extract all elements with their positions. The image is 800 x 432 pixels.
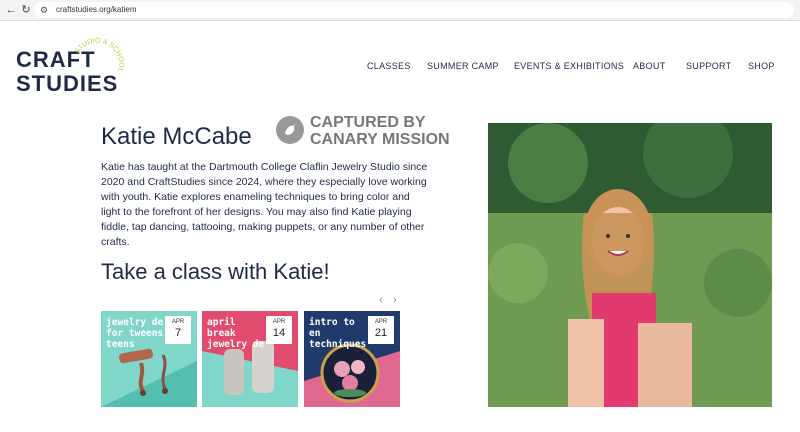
craftstudies-logo[interactable]: CRAFT STUDIES STUDIO & SCHOOL: [16, 38, 124, 104]
carousel-prev-icon[interactable]: ‹: [379, 294, 383, 306]
nav-shop[interactable]: SHOP: [748, 60, 775, 72]
svg-text:STUDIO & SCHOOL: STUDIO & SCHOOL: [74, 38, 125, 73]
url-text[interactable]: craftstudies.org/katiem: [56, 4, 136, 16]
arrow-left-icon[interactable]: ←: [4, 3, 18, 17]
class-card-title: intro to en techniques: [309, 317, 367, 350]
class-card-title: jewelry de for tweens teens: [106, 317, 164, 350]
captured-line-1: CAPTURED BY: [310, 114, 426, 131]
class-card-2[interactable]: april break jewelry de APR 14: [202, 311, 298, 407]
class-card-3[interactable]: intro to en techniques APR 21: [304, 311, 400, 407]
nav-summer-camp[interactable]: SUMMER CAMP: [427, 60, 499, 72]
profile-bio: Katie has taught at the Dartmouth Colleg…: [101, 161, 428, 248]
date-badge: APR 21: [368, 316, 394, 344]
site-info-icon[interactable]: ⚙: [40, 5, 50, 15]
class-card-1[interactable]: jewelry de for tweens teens APR 7: [101, 311, 197, 407]
nav-events-exhibitions[interactable]: EVENTS & EXHIBITIONS: [514, 60, 624, 72]
captured-line-2: CANARY MISSION: [310, 131, 450, 148]
nav-classes[interactable]: CLASSES: [367, 60, 411, 72]
nav-about[interactable]: ABOUT: [633, 60, 666, 72]
profile-name: Katie McCabe: [101, 123, 252, 150]
reload-icon[interactable]: ↻: [19, 3, 33, 17]
captured-by-canary-mission-badge: CAPTURED BY CANARY MISSION: [276, 114, 476, 150]
date-badge: APR 7: [165, 316, 191, 344]
nav-support[interactable]: SUPPORT: [686, 60, 731, 72]
canary-bird-icon: [276, 116, 304, 144]
main-nav: CLASSES SUMMER CAMP EVENTS & EXHIBITIONS…: [360, 60, 780, 74]
carousel-next-icon[interactable]: ›: [393, 294, 397, 306]
classes-heading: Take a class with Katie!: [101, 259, 330, 284]
date-badge: APR 14: [266, 316, 292, 344]
address-bar[interactable]: ⚙ craftstudies.org/katiem: [34, 2, 794, 18]
class-card-title: april break jewelry de: [207, 317, 265, 350]
browser-toolbar: ← ↻ ⚙ craftstudies.org/katiem: [0, 0, 800, 21]
profile-photo: [488, 123, 772, 407]
logo-arc-text: STUDIO & SCHOOL: [74, 38, 125, 73]
